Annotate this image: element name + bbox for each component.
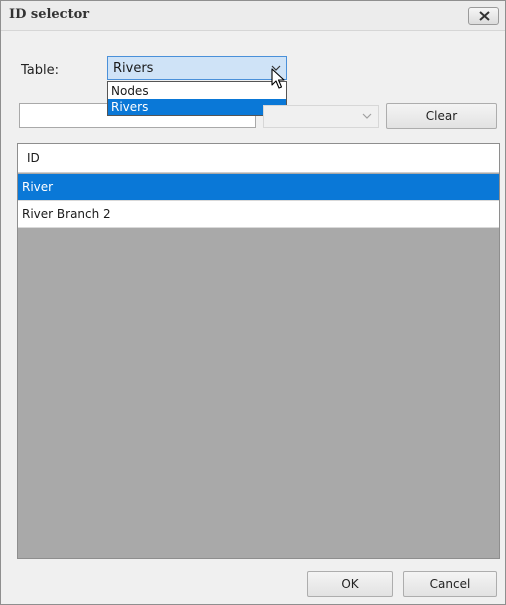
close-button[interactable] — [468, 7, 499, 25]
table-option-nodes[interactable]: Nodes — [108, 83, 286, 99]
table-row[interactable]: River Branch 2 — [18, 201, 499, 228]
table-label: Table: — [21, 63, 59, 78]
clear-button[interactable]: Clear — [386, 103, 497, 129]
table-option-rivers[interactable]: Rivers — [108, 99, 286, 115]
title-bar: ID selector — [1, 1, 505, 31]
secondary-select[interactable] — [263, 105, 379, 128]
close-icon — [479, 11, 490, 21]
window-title: ID selector — [9, 7, 90, 22]
mouse-pointer-icon — [271, 68, 285, 89]
ok-button[interactable]: OK — [307, 571, 393, 597]
id-selector-dialog: ID selector Table: Rivers Nodes Rivers C… — [0, 0, 506, 605]
chevron-down-icon — [362, 113, 372, 119]
table-row[interactable]: River — [18, 174, 499, 201]
grid-header-id[interactable]: ID — [18, 144, 499, 173]
cancel-button[interactable]: Cancel — [403, 571, 497, 597]
table-select[interactable]: Rivers — [107, 56, 287, 80]
table-select-value: Rivers — [113, 61, 154, 76]
table-dropdown-list: Nodes Rivers — [107, 81, 287, 116]
id-grid: ID River River Branch 2 — [17, 143, 500, 559]
